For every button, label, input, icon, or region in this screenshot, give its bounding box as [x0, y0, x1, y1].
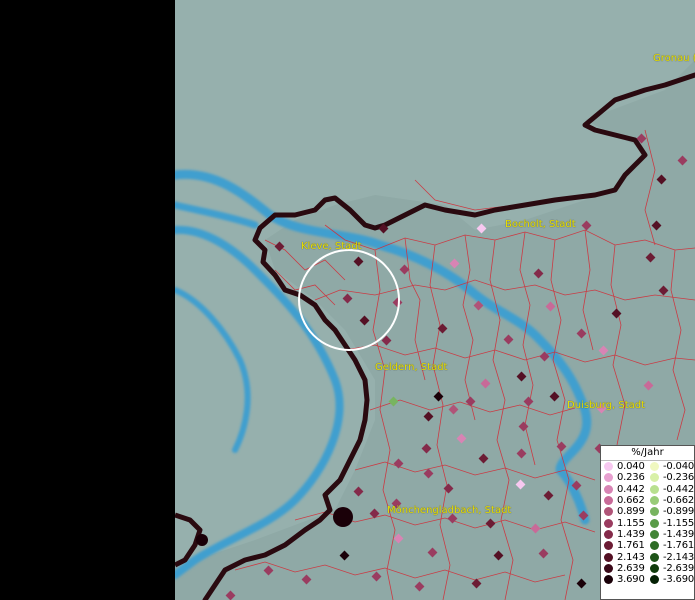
legend-row: 1.439: [601, 529, 647, 540]
legend-panel: %/Jahr 0.040 0.236 0.442 0.662 0.899 1.155 1.4…: [600, 445, 695, 600]
legend-negative-column: -0.040 -0.236 -0.442 -0.662 -0.899 -1.155 -1.4…: [647, 461, 694, 585]
legend-swatch: [604, 575, 613, 585]
legend-swatch: [604, 563, 613, 573]
legend-swatch: [604, 552, 613, 562]
city-label-bocholt: Bocholt, Stadt: [505, 219, 576, 230]
legend-row: -2.639: [647, 563, 694, 574]
legend-row: -2.143: [647, 551, 695, 563]
legend-row: -1.155: [647, 517, 695, 529]
legend-swatch: [604, 529, 613, 539]
city-label-duisburg: Duisburg, Stadt: [567, 400, 646, 411]
legend-swatch: [604, 462, 613, 472]
legend-row: -0.236: [647, 472, 694, 483]
legend-swatch: [650, 507, 659, 517]
legend-swatch: [650, 484, 659, 494]
legend-swatch: [650, 462, 659, 472]
legend-row: 1.761: [601, 540, 647, 551]
legend-row: 0.040: [601, 461, 647, 472]
city-label-moenchengladbach: Mönchengladbach, Stadt: [387, 505, 512, 516]
legend-value: -1.439: [663, 528, 695, 540]
legend-title: %/Jahr: [601, 446, 694, 461]
legend-row: -1.439: [647, 529, 694, 540]
legend-value: -0.040: [663, 461, 695, 473]
border-blob-2: [196, 534, 208, 546]
legend-value: 1.155: [617, 517, 645, 529]
legend-swatch: [650, 563, 659, 573]
legend-row: 2.639: [601, 563, 647, 574]
legend-swatch: [604, 541, 613, 551]
legend-value: 1.761: [617, 540, 645, 552]
legend-value: -2.143: [663, 551, 695, 563]
legend-value: -1.761: [663, 540, 695, 552]
legend-row: -0.662: [647, 495, 694, 506]
legend-value: -2.639: [663, 562, 695, 574]
city-label-gronau: Gronau (: [653, 53, 695, 64]
legend-value: -0.899: [663, 506, 695, 518]
legend-swatch: [604, 473, 613, 483]
legend-swatch: [604, 496, 613, 506]
legend-value: 1.439: [617, 528, 645, 540]
black-margin: [0, 0, 175, 600]
legend-value: -0.662: [663, 495, 695, 507]
legend-row: 3.690: [601, 574, 647, 585]
legend-row: 0.662: [601, 495, 647, 506]
legend-swatch: [604, 484, 613, 494]
legend-row: 1.155: [601, 517, 647, 529]
legend-value: 0.040: [617, 461, 645, 473]
legend-swatch: [650, 575, 659, 585]
legend-value: -0.442: [663, 483, 695, 495]
legend-row: 0.442: [601, 484, 647, 495]
legend-value: 2.639: [617, 562, 645, 574]
legend-value: -3.690: [663, 574, 695, 586]
legend-row: 2.143: [601, 551, 647, 563]
city-label-kleve: Kleve, Stadt: [301, 241, 362, 252]
legend-swatch: [650, 518, 659, 528]
legend-row: -0.442: [647, 484, 694, 495]
legend-value: 0.236: [617, 472, 645, 484]
legend-value: 3.690: [617, 574, 645, 586]
legend-swatch: [650, 496, 659, 506]
legend-value: 0.442: [617, 483, 645, 495]
legend-swatch: [650, 473, 659, 483]
border-blob: [333, 507, 353, 527]
legend-value: 0.662: [617, 495, 645, 507]
legend-value: 2.143: [617, 551, 645, 563]
legend-swatch: [650, 529, 659, 539]
legend-row: -0.899: [647, 506, 694, 517]
legend-row: 0.236: [601, 472, 647, 483]
legend-value: -0.236: [663, 472, 695, 484]
legend-row: -1.761: [647, 540, 694, 551]
legend-positive-column: 0.040 0.236 0.442 0.662 0.899 1.155 1.439 1.761…: [601, 461, 647, 585]
legend-swatch: [604, 518, 613, 528]
legend-swatch: [650, 541, 659, 551]
legend-swatch: [650, 552, 659, 562]
legend-row: 0.899: [601, 506, 647, 517]
city-label-geldern: Geldern, Stadt: [375, 362, 448, 373]
legend-row: -3.690: [647, 574, 694, 585]
legend-swatch: [604, 507, 613, 517]
legend-row: -0.040: [647, 461, 694, 472]
legend-value: 0.899: [617, 506, 645, 518]
legend-value: -1.155: [663, 517, 695, 529]
